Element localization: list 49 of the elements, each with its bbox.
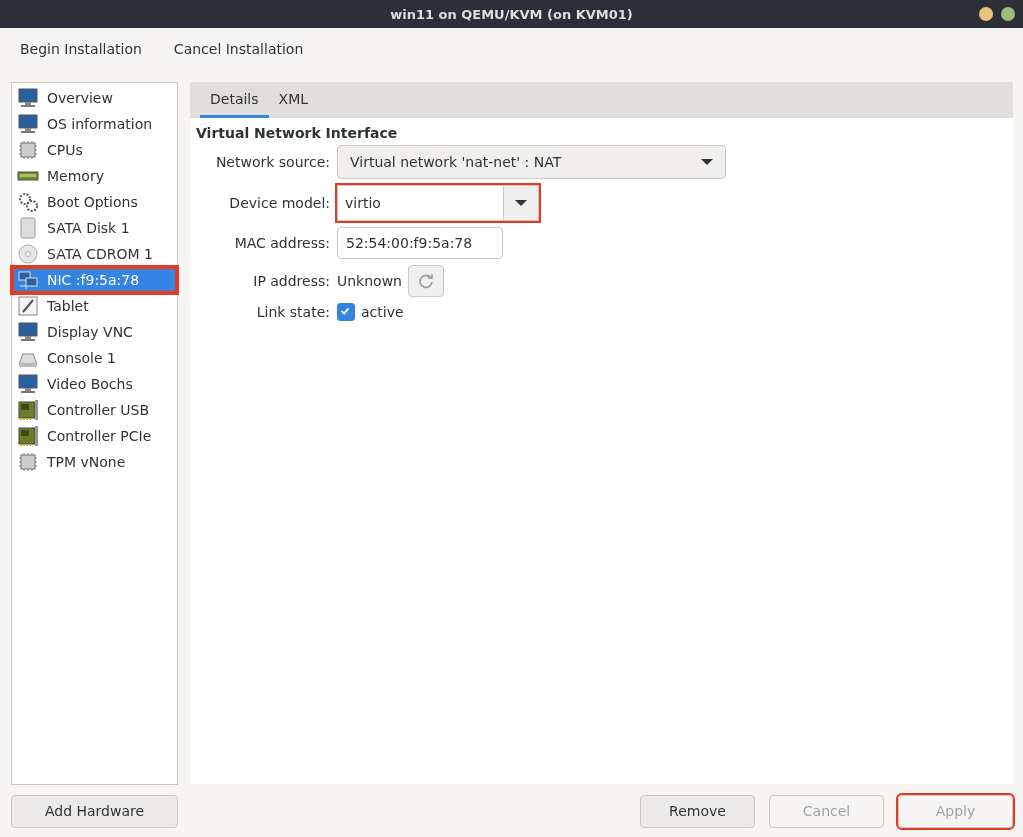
toolbar-button[interactable]: Begin Installation (8, 35, 154, 63)
add-hardware-button[interactable]: Add Hardware (11, 794, 178, 828)
mac-address-field[interactable]: 52:54:00:f9:5a:78 (337, 227, 503, 259)
chip-icon (17, 139, 39, 161)
maximize-button[interactable] (1001, 7, 1015, 21)
refresh-icon (418, 273, 434, 289)
monitor-icon (17, 113, 39, 135)
ip-address-value: Unknown (337, 273, 402, 289)
hardware-list-item[interactable]: NIC :f9:5a:78 (12, 267, 177, 293)
hardware-list-item[interactable]: Controller PCIe (12, 423, 177, 449)
hardware-list-item[interactable]: TPM vNone (12, 449, 177, 475)
hardware-list-item[interactable]: Video Bochs (12, 371, 177, 397)
hardware-list-item[interactable]: SATA Disk 1 (12, 215, 177, 241)
hardware-list-item[interactable]: Boot Options (12, 189, 177, 215)
monitor-icon (17, 321, 39, 343)
chip-icon (17, 451, 39, 473)
checkbox-label: active (361, 304, 404, 320)
gears-icon (17, 191, 39, 213)
field-label: MAC address: (233, 235, 330, 251)
field-label: Device model: (228, 195, 330, 211)
network-source-dropdown[interactable]: Virtual network 'nat-net' : NAT (337, 145, 726, 179)
expansion-card-icon (17, 425, 39, 447)
tab[interactable]: XML (268, 82, 319, 118)
hardware-list-item[interactable]: Console 1 (12, 345, 177, 371)
minimize-button[interactable] (979, 7, 993, 21)
hardware-list-item[interactable]: Overview (12, 85, 177, 111)
hardware-list-item[interactable]: Display VNC (12, 319, 177, 345)
hardware-list-item[interactable]: Memory (12, 163, 177, 189)
field-label: IP address: (252, 273, 330, 289)
hardware-list-item[interactable]: CPUs (12, 137, 177, 163)
tab[interactable]: Details (200, 82, 269, 118)
network-icon (17, 269, 39, 291)
field-label: Link state: (255, 304, 330, 320)
dialog-button[interactable]: Remove (640, 794, 755, 828)
hardware-list-item[interactable]: Controller USB (12, 397, 177, 423)
checkbox[interactable] (337, 303, 355, 321)
hardware-list-item[interactable]: Tablet (12, 293, 177, 319)
expansion-card-icon (17, 399, 39, 421)
hardware-list-item[interactable]: SATA CDROM 1 (12, 241, 177, 267)
monitor-icon (17, 87, 39, 109)
disc-icon (17, 243, 39, 265)
field-label: Network source: (214, 154, 330, 170)
window-title: win11 on QEMU/KVM (on KVM01) (390, 6, 633, 22)
monitor-icon (17, 373, 39, 395)
tablet-icon (17, 295, 39, 317)
toolbar-button[interactable]: Cancel Installation (161, 35, 316, 63)
device-model-combo[interactable]: virtio (337, 185, 539, 221)
hardware-list-item[interactable]: OS information (12, 111, 177, 137)
section-title: Virtual Network Interface (196, 125, 399, 141)
